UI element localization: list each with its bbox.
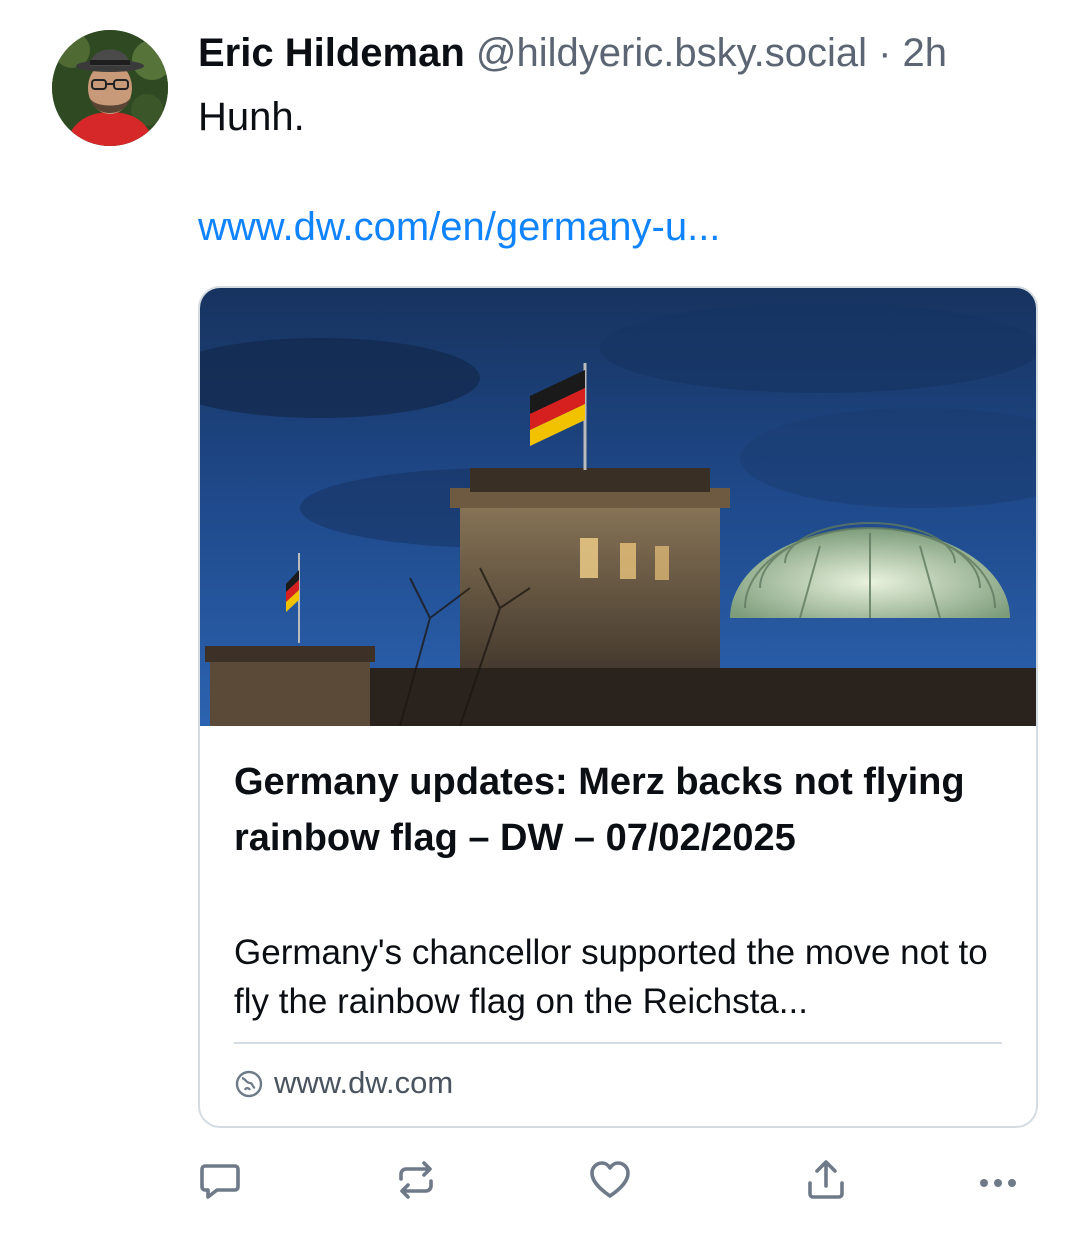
author-avatar[interactable]: [52, 30, 168, 146]
globe-icon: [234, 1068, 264, 1098]
post-actions: [0, 1150, 1080, 1210]
post[interactable]: Eric Hildeman @hildyeric.bsky.social · 2…: [0, 0, 1080, 1234]
more-icon: [980, 1179, 1016, 1187]
share-button[interactable]: [796, 1150, 856, 1210]
reply-icon: [200, 1164, 240, 1199]
link-card-domain-row: www.dw.com: [234, 1062, 453, 1104]
link-card-title: Germany updates: Merz backs not flying r…: [234, 761, 965, 859]
author-handle[interactable]: @hildyeric.bsky.social: [476, 31, 867, 75]
like-button[interactable]: [580, 1150, 640, 1210]
link-card-image: [200, 288, 1036, 726]
link-card-domain: www.dw.com: [274, 1065, 454, 1100]
post-link[interactable]: www.dw.com/en/germany-u...: [198, 202, 720, 252]
repost-icon: [399, 1161, 433, 1199]
link-card-divider: [234, 1042, 1002, 1044]
user-avatar-icon: [52, 30, 168, 146]
post-timestamp[interactable]: 2h: [903, 31, 948, 75]
more-options-button[interactable]: [968, 1150, 1028, 1210]
post-header: Eric Hildeman @hildyeric.bsky.social · 2…: [198, 28, 947, 78]
post-text: Hunh.: [198, 95, 305, 139]
link-card[interactable]: Germany updates: Merz backs not flying r…: [198, 286, 1038, 1128]
repost-button[interactable]: [386, 1150, 446, 1210]
share-icon: [808, 1160, 844, 1199]
reply-button[interactable]: [190, 1150, 250, 1210]
link-card-description: Germany's chancellor supported the move …: [234, 933, 988, 1021]
author-name[interactable]: Eric Hildeman: [198, 31, 465, 75]
heart-icon: [590, 1161, 630, 1198]
reichstag-photo-icon: [200, 288, 1036, 726]
separator-dot: ·: [866, 31, 903, 75]
